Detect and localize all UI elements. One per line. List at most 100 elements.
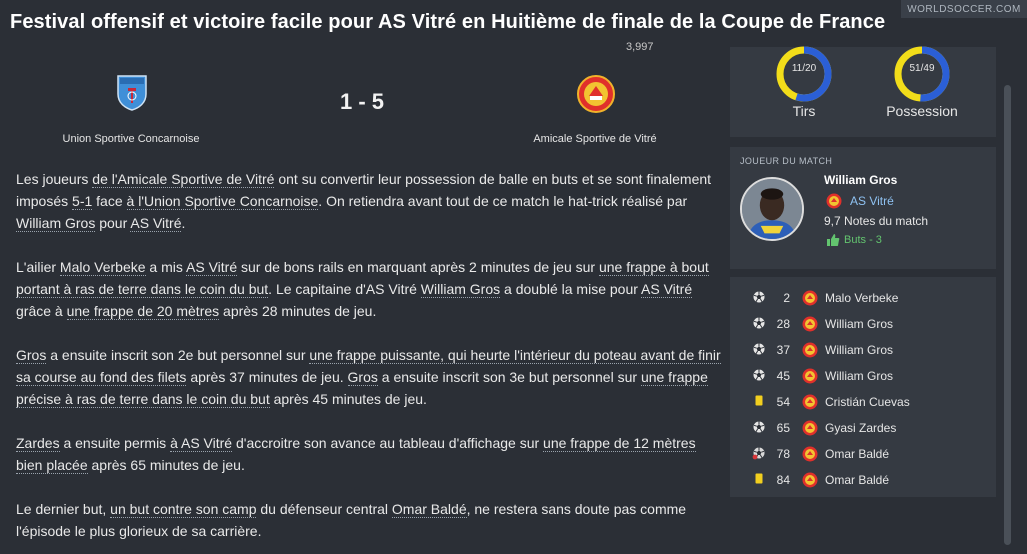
goal-icon: [753, 369, 765, 381]
event-player[interactable]: William Gros: [825, 343, 893, 357]
shots-value: 11/20: [791, 63, 817, 74]
score: 1 - 5: [339, 89, 385, 114]
event-row: 37 William Gros: [730, 337, 996, 363]
scorebox: 3,997 Union Sportive Concarnoise 1 - 5 A…: [0, 41, 727, 157]
article-link[interactable]: William Gros: [16, 215, 96, 232]
event-player[interactable]: Omar Baldé: [825, 473, 889, 487]
player-rating: 9,7 Notes du match: [824, 214, 928, 228]
scrollbar-thumb[interactable]: [1004, 85, 1011, 545]
article-text: grâce à: [16, 303, 67, 319]
club-crest-icon: [802, 446, 818, 462]
article-link[interactable]: de l'Amicale Sportive de Vitré: [92, 171, 275, 188]
match-events-panel: 2 Malo Verbeke 28 William Gros 37 William Gro…: [730, 277, 996, 497]
article-link[interactable]: AS Vitré: [130, 215, 182, 232]
event-player[interactable]: William Gros: [825, 369, 893, 383]
away-crest-icon[interactable]: [576, 74, 616, 114]
article-text: Les joueurs: [16, 171, 93, 187]
event-row: 54 Cristián Cuevas: [730, 389, 996, 415]
article-link[interactable]: à l'Union Sportive Concarnoise: [126, 193, 319, 210]
article-paragraph: L'ailier Malo Verbeke a mis AS Vitré sur…: [16, 256, 721, 322]
article-link[interactable]: 5-1: [72, 193, 93, 210]
possession-value: 51/49: [909, 63, 935, 74]
page-title: Festival offensif et victoire facile pou…: [10, 11, 886, 33]
attendance: 3,997: [626, 41, 654, 53]
article-text: du défenseur central: [256, 501, 392, 517]
thumbs-up-icon: [827, 234, 840, 246]
club-crest-icon: [802, 368, 818, 384]
goal-icon: [753, 291, 765, 303]
brand-badge: WORLDSOCCER.COM: [901, 0, 1027, 18]
club-crest-icon: [802, 342, 818, 358]
article-link[interactable]: Omar Baldé: [391, 501, 467, 518]
away-team-name[interactable]: Amicale Sportive de Vitré: [500, 133, 690, 145]
event-player[interactable]: Gyasi Zardes: [825, 421, 896, 435]
match-report: Les joueurs de l'Amicale Sportive de Vit…: [16, 168, 721, 554]
home-crest-icon[interactable]: [112, 72, 152, 112]
home-team-name[interactable]: Union Sportive Concarnoise: [40, 133, 222, 145]
title-bar: Festival offensif et victoire facile pou…: [0, 0, 1027, 47]
article-link[interactable]: un but contre son camp: [110, 501, 257, 518]
event-minute: 54: [776, 395, 790, 409]
article-link[interactable]: Malo Verbeke: [59, 259, 146, 276]
event-minute: 65: [776, 421, 790, 435]
club-crest-icon: [802, 420, 818, 436]
event-row: 65 Gyasi Zardes: [730, 415, 996, 441]
article-text: pour: [95, 215, 131, 231]
article-text: . Le capitaine d'AS Vitré: [268, 281, 421, 297]
club-crest-icon: [802, 472, 818, 488]
own-goal-icon: [752, 447, 765, 460]
article-link[interactable]: Gros: [347, 369, 378, 386]
club-crest-icon: [802, 290, 818, 306]
article-link[interactable]: AS Vitré: [641, 281, 693, 298]
article-link[interactable]: à AS Vitré: [170, 435, 233, 452]
article-text: après 28 minutes de jeu.: [219, 303, 377, 319]
article-text: après 45 minutes de jeu.: [269, 391, 427, 407]
club-crest-icon: [802, 394, 818, 410]
event-minute: 78: [776, 447, 790, 461]
article-text: après 37 minutes de jeu.: [186, 369, 348, 385]
player-of-match-panel: JOUEUR DU MATCH William Gros AS Vitré 9,…: [730, 147, 996, 269]
event-minute: 2: [783, 291, 790, 305]
player-club[interactable]: AS Vitré: [850, 194, 894, 208]
goal-icon: [753, 421, 765, 433]
event-row: 78 Omar Baldé: [730, 441, 996, 467]
article-text: a ensuite inscrit son 3e but personnel s…: [377, 369, 641, 385]
article-text: après 65 minutes de jeu.: [87, 457, 245, 473]
article-text: a ensuite permis: [59, 435, 171, 451]
event-player[interactable]: Malo Verbeke: [825, 291, 898, 305]
article-paragraph: Gros a ensuite inscrit son 2e but person…: [16, 344, 721, 410]
article-link[interactable]: AS Vitré: [186, 259, 238, 276]
event-minute: 45: [776, 369, 790, 383]
article-paragraph: Zardes a ensuite permis à AS Vitré d'acc…: [16, 432, 721, 476]
event-player[interactable]: William Gros: [825, 317, 893, 331]
article-link[interactable]: Gros: [16, 347, 47, 364]
event-player[interactable]: Omar Baldé: [825, 447, 889, 461]
event-player[interactable]: Cristián Cuevas: [825, 395, 910, 409]
stats-panel: 11/20 Tirs 51/49 Possession: [730, 46, 996, 137]
event-minute: 28: [776, 317, 790, 331]
event-row: 28 William Gros: [730, 311, 996, 337]
player-name[interactable]: William Gros: [824, 173, 897, 187]
event-row: 84 Omar Baldé: [730, 467, 996, 493]
article-link[interactable]: Zardes: [16, 435, 60, 452]
event-minute: 37: [776, 343, 790, 357]
article-paragraph: Les joueurs de l'Amicale Sportive de Vit…: [16, 168, 721, 234]
article-text: sur de bons rails en marquant après 2 mi…: [237, 259, 599, 275]
possession-ring: [894, 46, 950, 102]
event-minute: 84: [776, 473, 790, 487]
article-text: face: [92, 193, 127, 209]
article-link[interactable]: une frappe de 20 mètres: [66, 303, 220, 320]
article-text: .: [181, 215, 186, 231]
article-text: a mis: [145, 259, 186, 275]
article-text: d'accroitre son avance au tableau d'affi…: [232, 435, 544, 451]
motm-heading: JOUEUR DU MATCH: [740, 156, 833, 166]
player-goals: Buts - 3: [844, 234, 882, 246]
player-avatar[interactable]: [740, 177, 804, 241]
rating-value: 9,7: [824, 214, 841, 228]
goal-icon: [753, 317, 765, 329]
yellow-card-icon: [755, 395, 763, 406]
event-row: 2 Malo Verbeke: [730, 285, 996, 311]
article-text: Le dernier but,: [16, 501, 111, 517]
article-link[interactable]: William Gros: [420, 281, 501, 298]
goal-icon: [753, 343, 765, 355]
